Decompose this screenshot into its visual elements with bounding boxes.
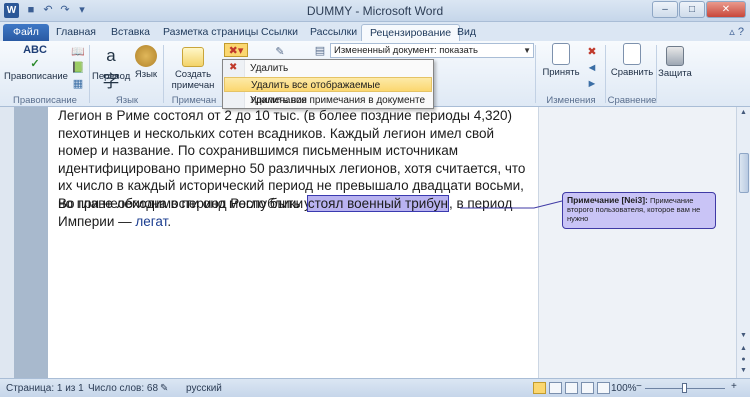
document-page[interactable]: Легион в Риме состоял от 2 до 10 тыс. (в… (48, 107, 538, 378)
document-area[interactable]: Легион в Риме состоял от 2 до 10 тыс. (в… (14, 107, 736, 378)
protect-label: Защита (658, 68, 692, 79)
ribbon-tabs: Файл Главная Вставка Разметка страницы С… (0, 22, 750, 41)
vertical-ruler (0, 107, 14, 378)
spelling-abc-icon: ABC ✓ (23, 44, 47, 70)
window-title: DUMMY - Microsoft Word (306, 4, 444, 18)
delete-comment-icon: ✖ (229, 62, 238, 73)
help-icon[interactable]: ? (738, 26, 744, 38)
tab-view[interactable]: Вид (449, 24, 484, 41)
ribbon-controls: ▵ ? (729, 25, 744, 38)
minimize-ribbon-icon[interactable]: ▵ (729, 26, 735, 38)
language-button[interactable]: Язык (132, 43, 160, 80)
legat-link[interactable]: легат (135, 214, 167, 229)
vertical-scrollbar[interactable]: ▲ ▼ ▲ ● ▼ (736, 107, 750, 378)
commented-text[interactable]: стоял военный трибун (306, 195, 449, 212)
menu-item-delete[interactable]: ✖ Удалить (224, 61, 432, 76)
spelling-button[interactable]: ABC ✓ Правописание (4, 43, 68, 82)
compare-button[interactable]: Сравнить (610, 43, 654, 78)
word-count-icon[interactable]: ▦ (70, 77, 86, 91)
title-bar: W ■ ↶ ↷ ▾ DUMMY - Microsoft Word – □ ✕ (0, 0, 750, 22)
full-screen-reading-view-icon[interactable] (549, 382, 562, 394)
group-separator (89, 45, 90, 103)
zoom-slider-thumb[interactable] (682, 383, 687, 393)
translate-button[interactable]: a字 Перевод (92, 43, 131, 91)
chevron-down-icon: ▼ (523, 46, 531, 55)
markup-pane (538, 107, 736, 378)
paragraph-2-text: Во главе легиона в период Республики (58, 196, 307, 211)
new-comment-icon (182, 47, 204, 67)
compare-icon (623, 43, 641, 65)
new-comment-button[interactable]: Создать примечан (168, 43, 218, 91)
language-label: Язык (134, 69, 158, 80)
minimize-button[interactable]: – (652, 1, 678, 18)
proofing-status-icon[interactable]: ✎ (160, 383, 168, 394)
next-change-icon[interactable]: ► (584, 77, 600, 91)
tab-insert[interactable]: Вставка (103, 24, 158, 41)
accept-button[interactable]: Принять (540, 43, 582, 78)
thesaurus-icon[interactable]: 📗 (70, 61, 86, 75)
protect-button[interactable]: Защита (658, 43, 692, 79)
status-bar: Страница: 1 из 1 Число слов: 68 ✎ русски… (0, 378, 750, 397)
page-count[interactable]: Страница: 1 из 1 (6, 383, 84, 394)
menu-item-delete-all-in-document-label: Удалить все примечания в документе (250, 95, 426, 106)
new-comment-label-1: Создать (174, 69, 212, 80)
scroll-up-icon[interactable]: ▲ (737, 107, 750, 119)
window-controls: – □ ✕ (652, 1, 746, 18)
group-label-language: Язык (115, 95, 139, 106)
tab-page-layout[interactable]: Разметка страницы (155, 24, 266, 41)
group-label-changes: Изменения (546, 95, 596, 106)
tab-references[interactable]: Ссылки (253, 24, 306, 41)
scrollbar-thumb[interactable] (739, 153, 749, 193)
zoom-in-icon[interactable]: + (731, 381, 737, 392)
menu-item-delete-all-in-document[interactable]: Удалить все примечания в документе (224, 93, 432, 108)
maximize-button[interactable]: □ (679, 1, 705, 18)
paragraph-2[interactable]: Во главе легиона в период Республики сто… (58, 195, 534, 230)
comment-balloon[interactable]: Примечание [Nei3]: Примечание второго по… (562, 192, 716, 229)
draft-view-icon[interactable] (597, 382, 610, 394)
menu-item-delete-all-shown[interactable]: Удалить все отображаемые примечания (224, 77, 432, 106)
reject-icon[interactable]: ✖ (584, 45, 600, 59)
web-layout-view-icon[interactable] (565, 382, 578, 394)
display-for-review-combo[interactable]: Измененный документ: показать исправлени… (330, 43, 534, 69)
tab-home[interactable]: Главная (48, 24, 104, 41)
comment-title: Примечание [Nei3]: (567, 195, 648, 205)
previous-change-icon[interactable]: ◄ (584, 61, 600, 75)
translate-icon: a字 (102, 46, 120, 91)
tab-file[interactable]: Файл (3, 24, 49, 41)
accept-icon (552, 43, 570, 65)
group-label-comments: Примечан (171, 95, 217, 106)
compare-label: Сравнить (610, 67, 654, 78)
lock-icon (666, 46, 684, 66)
new-comment-label-2: примечан (171, 80, 215, 91)
language-globe-icon (135, 45, 157, 67)
zoom-out-icon[interactable]: − (636, 381, 642, 392)
spelling-label: Правописание (4, 71, 68, 82)
translate-label: Перевод (92, 71, 131, 82)
group-label-proofing: Правописание (13, 95, 77, 106)
print-layout-view-icon[interactable] (533, 382, 546, 394)
zoom-level[interactable]: 100% (611, 383, 637, 394)
accept-label: Принять (542, 67, 580, 78)
menu-item-delete-label: Удалить (250, 63, 289, 74)
display-for-review-icon[interactable]: ▤ (312, 44, 328, 58)
group-separator (535, 45, 536, 103)
delete-comment-menu: ✖ Удалить Удалить все отображаемые приме… (222, 59, 434, 109)
group-label-compare: Сравнение (607, 95, 657, 106)
next-page-icon[interactable]: ▼ (737, 365, 750, 377)
tab-mailings[interactable]: Рассылки (302, 24, 365, 41)
paragraph-2-end: . (167, 213, 172, 229)
group-separator (163, 45, 164, 103)
delete-comment-dropdown-button[interactable]: ✖▾ (224, 43, 248, 57)
word-count[interactable]: Число слов: 68 (88, 383, 158, 394)
outline-view-icon[interactable] (581, 382, 594, 394)
track-changes-icon[interactable]: ✎ (272, 45, 288, 59)
close-button[interactable]: ✕ (706, 1, 746, 18)
research-icon[interactable]: 📖 (70, 45, 86, 59)
language-status[interactable]: русский (186, 383, 222, 394)
tab-review[interactable]: Рецензирование (361, 24, 461, 41)
scroll-down-icon[interactable]: ▼ (737, 330, 750, 342)
